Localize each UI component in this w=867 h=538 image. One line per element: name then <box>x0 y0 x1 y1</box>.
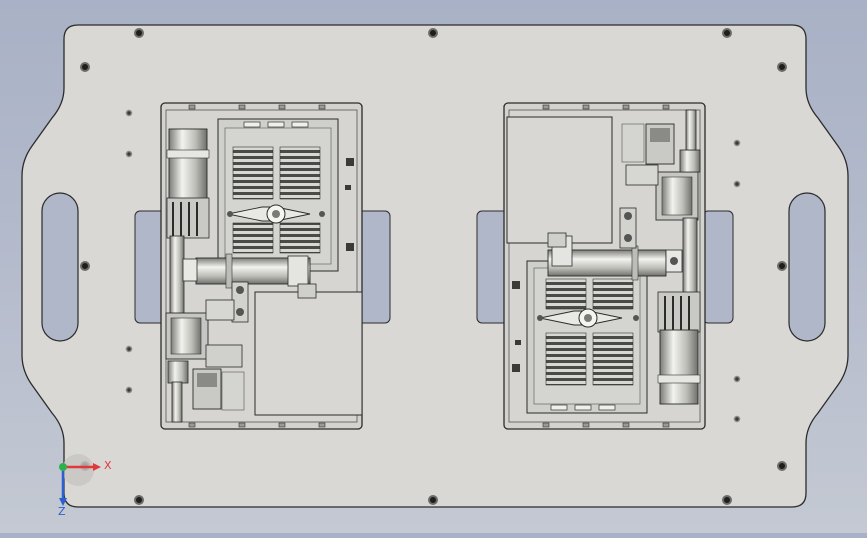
left-fin-block-c <box>232 222 274 254</box>
axis-z-label: Z <box>58 505 66 518</box>
handle-slot-right <box>788 192 826 342</box>
right-fin-block-b <box>592 278 634 310</box>
left-vertical-pipe <box>169 235 185 321</box>
left-module[interactable] <box>160 102 363 430</box>
side-slot-left-b <box>357 210 391 324</box>
side-slot-right-b <box>702 210 734 324</box>
left-fin-block-d <box>279 222 321 254</box>
cad-viewport[interactable]: X Z <box>0 0 867 533</box>
axis-x-label: X <box>104 459 112 472</box>
right-cover-plate <box>506 116 613 244</box>
right-fin-block-d <box>592 332 634 386</box>
left-fin-block-a <box>232 146 274 200</box>
right-fin-block-a <box>545 278 587 310</box>
left-cover-plate <box>254 291 363 416</box>
right-fin-block-c <box>545 332 587 386</box>
left-fin-block-b <box>279 146 321 200</box>
cad-model-drawing[interactable]: X Z <box>0 0 867 533</box>
handle-slot-left <box>41 192 79 342</box>
right-module[interactable] <box>503 102 706 430</box>
right-motor-cylinder <box>659 329 699 405</box>
left-motor-cylinder <box>168 128 208 204</box>
